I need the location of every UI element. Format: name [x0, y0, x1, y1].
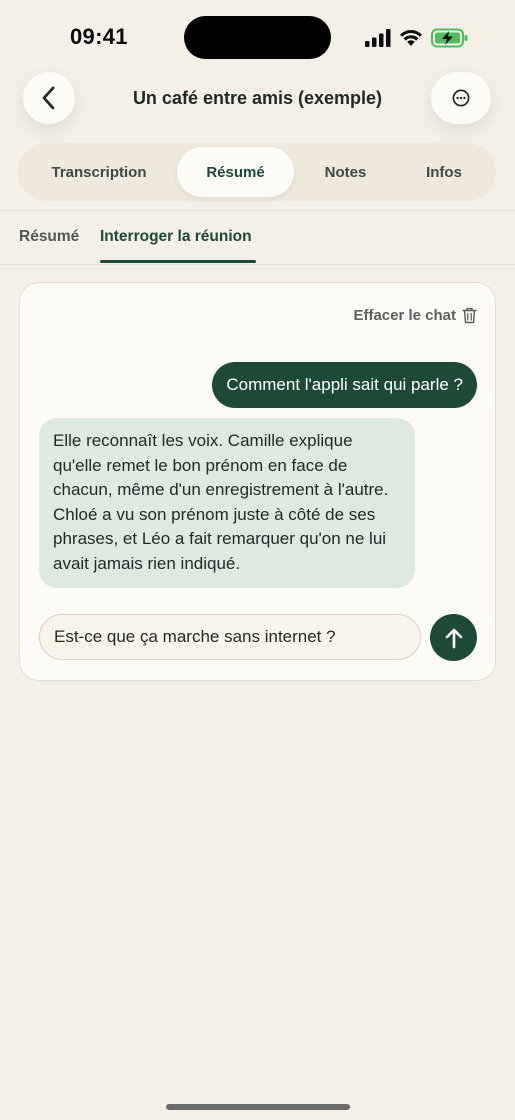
assistant-message-bubble: Elle reconnaît les voix. Camille expliqu… [39, 418, 415, 588]
chat-input-value: Est-ce que ça marche sans internet ? [54, 627, 336, 646]
tab-infos[interactable]: Infos [398, 147, 490, 197]
tab-transcription[interactable]: Transcription [24, 147, 174, 197]
chat-input[interactable]: Est-ce que ça marche sans internet ? [39, 614, 421, 660]
tab-notes[interactable]: Notes [298, 147, 393, 197]
arrow-up-icon [445, 628, 462, 648]
chat-panel: Effacer le chat Comment l'appli sait qui… [19, 282, 496, 681]
battery-charging-icon [431, 28, 468, 48]
home-indicator [166, 1104, 350, 1110]
more-options-button[interactable] [431, 72, 491, 124]
subtab-resume[interactable]: Résumé [19, 228, 79, 246]
clear-chat-button[interactable]: Effacer le chat [353, 307, 477, 324]
trash-icon [462, 307, 477, 324]
ellipsis-circle-icon [452, 89, 470, 107]
status-time: 09:41 [70, 24, 128, 49]
dynamic-island [184, 16, 331, 59]
sub-tab-bar: Résumé Interroger la réunion [0, 210, 515, 265]
clear-chat-label: Effacer le chat [353, 307, 456, 324]
main-tab-bar: Transcription Résumé Notes Infos [18, 143, 496, 201]
wifi-icon [400, 30, 422, 46]
user-message-bubble: Comment l'appli sait qui parle ? [212, 362, 477, 408]
tab-resume[interactable]: Résumé [177, 147, 294, 197]
status-icons [365, 26, 469, 50]
signal-icon [365, 29, 391, 47]
status-bar: 09:41 [0, 0, 515, 76]
send-button[interactable] [430, 614, 477, 661]
subtab-interroger-reunion[interactable]: Interroger la réunion [100, 228, 252, 246]
active-subtab-indicator [100, 260, 256, 263]
